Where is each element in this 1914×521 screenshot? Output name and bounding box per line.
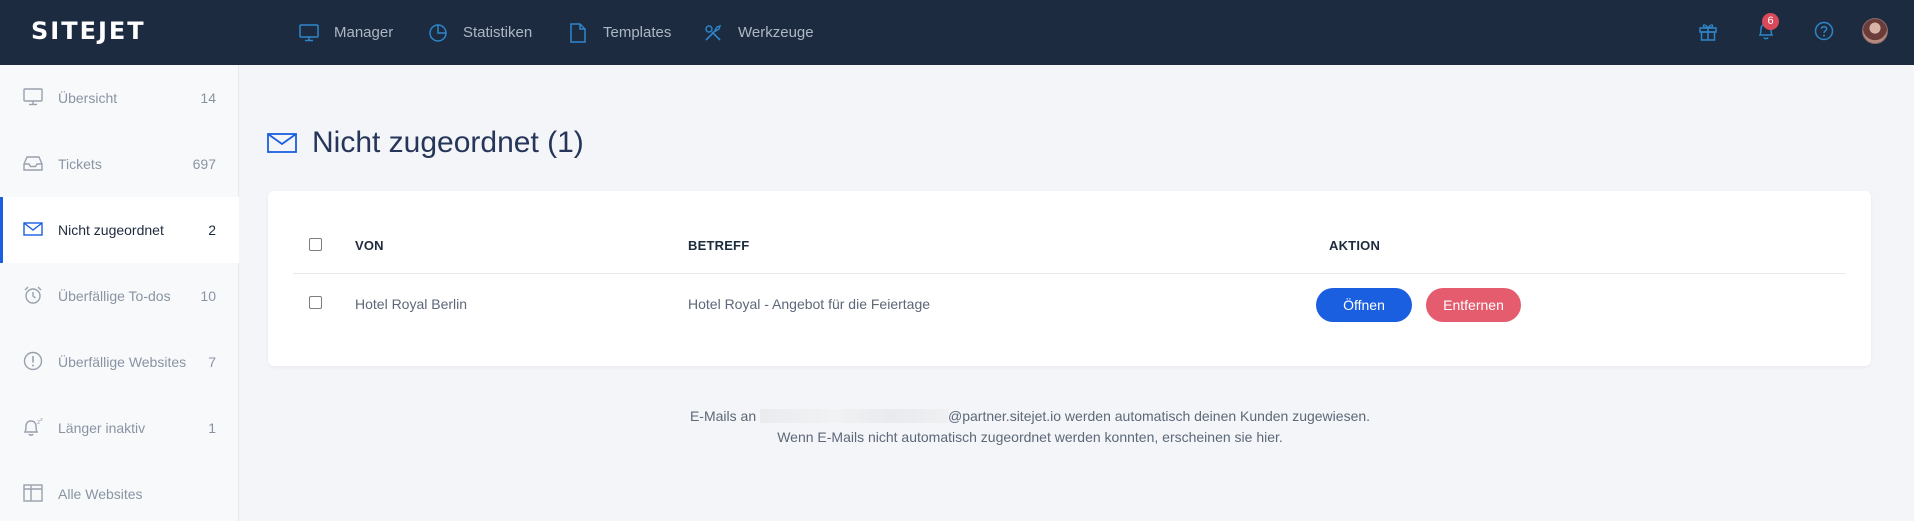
sitejet-logo[interactable]: SITEJET bbox=[31, 17, 146, 45]
unassigned-emails-table: VON BETREFF AKTION Hotel Royal Berlin Ho… bbox=[268, 191, 1871, 366]
sidebar-item-label: Überfällige Websites bbox=[58, 354, 187, 370]
notification-count-badge: 6 bbox=[1762, 13, 1779, 30]
nav-statistiken[interactable]: Statistiken bbox=[427, 0, 532, 65]
sidebar-item-label: Nicht zugeordnet bbox=[58, 222, 164, 238]
user-avatar[interactable] bbox=[1862, 18, 1888, 44]
sidebar-item-ueberfaellige-todos[interactable]: Überfällige To-dos 10 bbox=[0, 263, 239, 329]
top-navigation-bar: SITEJET Manager Statistiken Templates We… bbox=[0, 0, 1914, 65]
nav-werkzeuge-label: Werkzeuge bbox=[738, 24, 814, 41]
column-header-aktion: AKTION bbox=[1329, 238, 1381, 253]
sidebar-item-count: 10 bbox=[200, 288, 216, 304]
info-text-line-1: E-Mails an @partner.sitejet.io werden au… bbox=[0, 408, 1914, 424]
sidebar-item-label: Überfällige To-dos bbox=[58, 288, 171, 304]
alarm-clock-icon bbox=[22, 284, 44, 306]
table-header-divider bbox=[293, 273, 1846, 274]
row-checkbox[interactable] bbox=[309, 296, 322, 309]
sidebar-item-ueberfaellige-websites[interactable]: Überfällige Websites 7 bbox=[0, 329, 239, 395]
page-title: Nicht zugeordnet (1) bbox=[312, 126, 584, 159]
layout-icon bbox=[22, 482, 44, 504]
pie-chart-icon bbox=[427, 22, 449, 44]
select-all-checkbox[interactable] bbox=[309, 238, 322, 251]
sidebar-item-count: 14 bbox=[200, 90, 216, 106]
sidebar-item-count: 7 bbox=[208, 354, 216, 370]
nav-templates-label: Templates bbox=[603, 24, 672, 41]
sidebar-item-tickets[interactable]: Tickets 697 bbox=[0, 131, 239, 197]
page-header: Nicht zugeordnet (1) bbox=[267, 120, 584, 166]
nav-manager-label: Manager bbox=[334, 24, 394, 41]
sidebar-item-label: Alle Websites bbox=[58, 486, 143, 502]
gift-icon[interactable] bbox=[1696, 19, 1720, 43]
open-button[interactable]: Öffnen bbox=[1316, 288, 1412, 322]
sidebar-item-laenger-inaktiv[interactable]: zz Länger inaktiv 1 bbox=[0, 395, 239, 461]
nav-werkzeuge[interactable]: Werkzeuge bbox=[702, 0, 814, 65]
tools-icon bbox=[702, 22, 724, 44]
nav-manager[interactable]: Manager bbox=[298, 0, 393, 65]
monitor-icon bbox=[22, 86, 44, 108]
nav-statistiken-label: Statistiken bbox=[463, 24, 533, 41]
sidebar-item-label: Tickets bbox=[58, 156, 102, 172]
sidebar-item-alle-websites[interactable]: Alle Websites bbox=[0, 461, 239, 521]
column-header-von: VON bbox=[355, 238, 384, 253]
row-from: Hotel Royal Berlin bbox=[355, 296, 468, 312]
info-prefix: E-Mails an bbox=[689, 408, 757, 424]
alert-circle-icon bbox=[22, 350, 44, 372]
help-icon[interactable] bbox=[1812, 19, 1836, 43]
sidebar-item-count: 2 bbox=[208, 222, 216, 238]
sidebar-item-count: 697 bbox=[192, 156, 216, 172]
sidebar-item-uebersicht[interactable]: Übersicht 14 bbox=[0, 65, 239, 131]
document-icon bbox=[567, 22, 589, 44]
remove-button[interactable]: Entfernen bbox=[1426, 288, 1521, 322]
redacted-email-prefix bbox=[760, 409, 948, 423]
column-header-betreff: BETREFF bbox=[688, 238, 750, 253]
monitor-icon bbox=[298, 22, 320, 44]
sidebar: Übersicht 14 Tickets 697 Nicht zugeordne… bbox=[0, 65, 239, 521]
info-text-line-2: Wenn E-Mails nicht automatisch zugeordne… bbox=[777, 429, 1283, 445]
sidebar-item-nicht-zugeordnet[interactable]: Nicht zugeordnet 2 bbox=[0, 197, 239, 263]
nav-templates[interactable]: Templates bbox=[567, 0, 671, 65]
row-subject[interactable]: Hotel Royal - Angebot für die Feiertage bbox=[688, 296, 930, 312]
envelope-icon bbox=[22, 218, 44, 240]
envelope-icon bbox=[267, 132, 297, 154]
sidebar-item-label: Übersicht bbox=[58, 90, 118, 106]
inbox-icon bbox=[22, 152, 44, 174]
info-suffix: @partner.sitejet.io werden automatisch d… bbox=[948, 408, 1371, 424]
